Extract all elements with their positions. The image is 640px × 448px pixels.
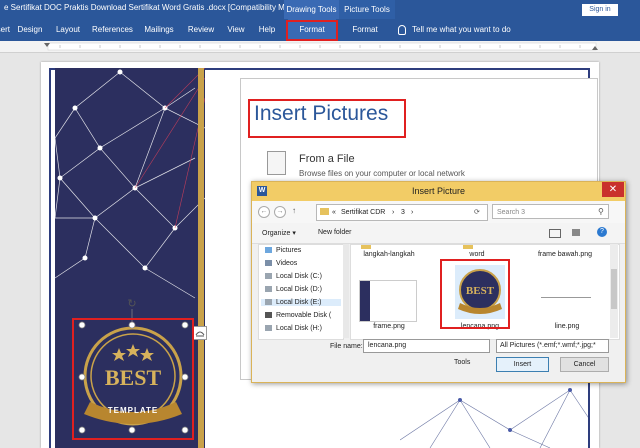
nav-item-local-disk-h[interactable]: Local Disk (H:) xyxy=(265,325,322,332)
title-bar: e Sertifikat DOC Praktis Download Sertif… xyxy=(0,0,640,19)
context-tab-drawing-tools: Drawing Tools xyxy=(284,0,339,19)
layout-options-icon[interactable] xyxy=(193,326,207,340)
tell-me-box[interactable]: Tell me what you want to do xyxy=(398,19,511,41)
tab-insert[interactable]: Insert xyxy=(0,19,12,41)
videos-icon xyxy=(265,260,272,267)
view-icon[interactable] xyxy=(549,229,561,238)
help-icon[interactable]: ? xyxy=(597,227,607,237)
nav-item-removable-disk[interactable]: Removable Disk ( xyxy=(265,312,331,319)
disk-icon xyxy=(265,299,272,306)
tab-design[interactable]: Design xyxy=(16,19,44,41)
nav-label: Local Disk (H:) xyxy=(276,325,322,332)
tab-review[interactable]: Review xyxy=(186,19,216,41)
breadcrumb-separator: › xyxy=(411,209,414,216)
insert-pictures-highlight xyxy=(248,99,406,138)
disk-icon xyxy=(265,273,272,280)
breadcrumb-overflow[interactable]: « xyxy=(332,205,336,220)
file-name-input[interactable]: lencana.png xyxy=(363,339,490,353)
nav-label: Local Disk (D:) xyxy=(276,286,322,293)
folder-icon xyxy=(361,245,371,249)
dialog-toolbar: Organize ▾ New folder ? xyxy=(252,223,625,244)
context-tab-picture-tools: Picture Tools xyxy=(339,0,395,19)
nav-item-local-disk-c[interactable]: Local Disk (C:) xyxy=(265,273,322,280)
scrollbar-thumb[interactable] xyxy=(611,269,617,309)
tell-me-text: Tell me what you want to do xyxy=(412,25,511,34)
new-folder-button[interactable]: New folder xyxy=(318,229,351,236)
nav-item-local-disk-d[interactable]: Local Disk (D:) xyxy=(265,286,322,293)
nav-pane-scrollbar[interactable] xyxy=(343,244,349,338)
horizontal-ruler[interactable] xyxy=(0,41,640,53)
navigation-pane[interactable]: Pictures Videos Local Disk (C:) Local Di… xyxy=(258,244,344,340)
tab-format-picture[interactable]: Format xyxy=(342,19,388,41)
forward-arrow-icon[interactable]: → xyxy=(274,206,286,218)
tab-help[interactable]: Help xyxy=(256,19,278,41)
pictures-icon xyxy=(265,247,272,254)
address-row: ← → ↑ « Sertifikat CDR › 3 › ⟳ Search 3 … xyxy=(252,201,625,223)
dialog-title: Insert Picture xyxy=(411,186,466,196)
refresh-icon[interactable]: ⟳ xyxy=(474,205,480,220)
nav-label: Videos xyxy=(276,260,298,267)
sign-in-button[interactable]: Sign in xyxy=(582,4,618,16)
file-item-line[interactable]: line.png xyxy=(529,323,605,330)
ruler-ticks xyxy=(44,42,598,51)
file-list-scrollbar[interactable] xyxy=(610,244,618,338)
network-lines-decoration-right xyxy=(400,388,590,448)
tools-dropdown[interactable]: Tools xyxy=(454,359,470,366)
word-app-icon: W xyxy=(257,186,267,196)
folder-icon xyxy=(320,208,329,215)
breadcrumb-sertifikat-cdr[interactable]: Sertifikat CDR xyxy=(341,205,385,220)
nav-label: Local Disk (C:) xyxy=(276,273,322,280)
from-a-file-description: Browse files on your computer or local n… xyxy=(299,169,465,178)
from-file-icon xyxy=(267,151,286,175)
nav-item-local-disk-e[interactable]: Local Disk (E:) xyxy=(261,299,341,306)
nav-item-pictures[interactable]: Pictures xyxy=(265,247,301,254)
disk-icon xyxy=(265,325,272,332)
folder-icon xyxy=(463,245,473,249)
file-item-word[interactable]: word xyxy=(439,251,515,258)
breadcrumb-separator: › xyxy=(392,209,395,216)
search-input[interactable]: Search 3 xyxy=(492,204,609,219)
lightbulb-icon xyxy=(398,24,406,35)
back-arrow-icon[interactable]: ← xyxy=(258,206,270,218)
badge-highlight xyxy=(72,318,194,440)
nav-label: Pictures xyxy=(276,247,302,254)
file-thumbnail-line xyxy=(541,285,591,298)
insert-picture-dialog[interactable]: Insert Picture W ✕ ← → ↑ « Sertifikat CD… xyxy=(251,181,626,383)
nav-label: Local Disk (E:) xyxy=(276,299,322,306)
preview-pane-icon[interactable] xyxy=(572,229,580,236)
disk-icon xyxy=(265,286,272,293)
format-tab-highlight xyxy=(286,20,338,41)
file-item-langkah-langkah[interactable]: langkah-langkah xyxy=(351,251,427,258)
tab-layout[interactable]: Layout xyxy=(54,19,82,41)
address-bar[interactable]: « Sertifikat CDR › 3 › ⟳ xyxy=(316,204,488,221)
lencana-highlight xyxy=(440,259,510,329)
up-arrow-icon[interactable]: ↑ xyxy=(292,206,296,215)
cancel-button[interactable]: Cancel xyxy=(560,357,609,372)
from-a-file-link[interactable]: From a File xyxy=(299,153,355,165)
nav-item-videos[interactable]: Videos xyxy=(265,260,297,267)
file-thumbnail-frame xyxy=(359,280,417,322)
ribbon-tab-bar: Insert Design Layout References Mailings… xyxy=(0,19,640,41)
file-item-frame[interactable]: frame.png xyxy=(351,323,427,330)
file-name-label: File name: xyxy=(330,343,363,350)
breadcrumb-3[interactable]: 3 xyxy=(401,205,405,220)
dialog-title-bar[interactable]: Insert Picture W ✕ xyxy=(252,182,625,201)
file-item-frame-bawah[interactable]: frame bawah.png xyxy=(527,251,603,258)
organize-button[interactable]: Organize ▾ xyxy=(262,229,296,237)
file-type-filter-select[interactable]: All Pictures (*.emf;*.wmf;*.jpg;* xyxy=(496,339,609,353)
close-button[interactable]: ✕ xyxy=(602,182,624,197)
rotate-handle-icon[interactable]: ↻ xyxy=(126,298,138,310)
nav-label: Removable Disk ( xyxy=(276,312,332,319)
tab-references[interactable]: References xyxy=(92,19,133,41)
tab-mailings[interactable]: Mailings xyxy=(142,19,176,41)
tab-view[interactable]: View xyxy=(224,19,248,41)
document-title: e Sertifikat DOC Praktis Download Sertif… xyxy=(4,3,308,12)
removable-disk-icon xyxy=(265,312,272,319)
search-icon: ⚲ xyxy=(598,207,604,216)
insert-button[interactable]: Insert xyxy=(496,357,549,372)
